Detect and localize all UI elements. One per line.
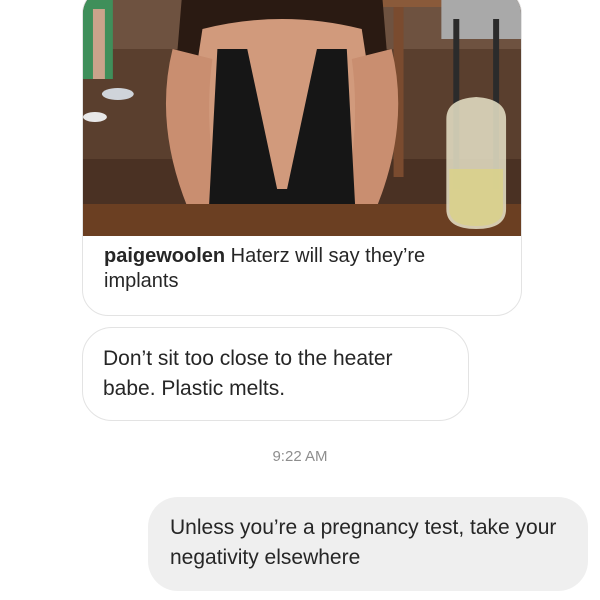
outgoing-message-bubble[interactable]: Unless you’re a pregnancy test, take you… — [148, 497, 588, 591]
shared-post-caption: paigewoolen Haterz will say they’re impl… — [104, 244, 504, 294]
caption-username[interactable]: paigewoolen — [104, 245, 225, 267]
message-timestamp: 9:22 AM — [272, 448, 328, 465]
outgoing-message-text: Unless you’re a pregnancy test, take you… — [170, 516, 557, 569]
shared-post-photo[interactable] — [83, 0, 521, 236]
incoming-message-text: Don’t sit too close to the heater babe. … — [103, 347, 393, 400]
shared-post-card[interactable]: paigewoolen Haterz will say they’re impl… — [82, 0, 522, 316]
incoming-message-bubble[interactable]: Don’t sit too close to the heater babe. … — [82, 327, 469, 421]
